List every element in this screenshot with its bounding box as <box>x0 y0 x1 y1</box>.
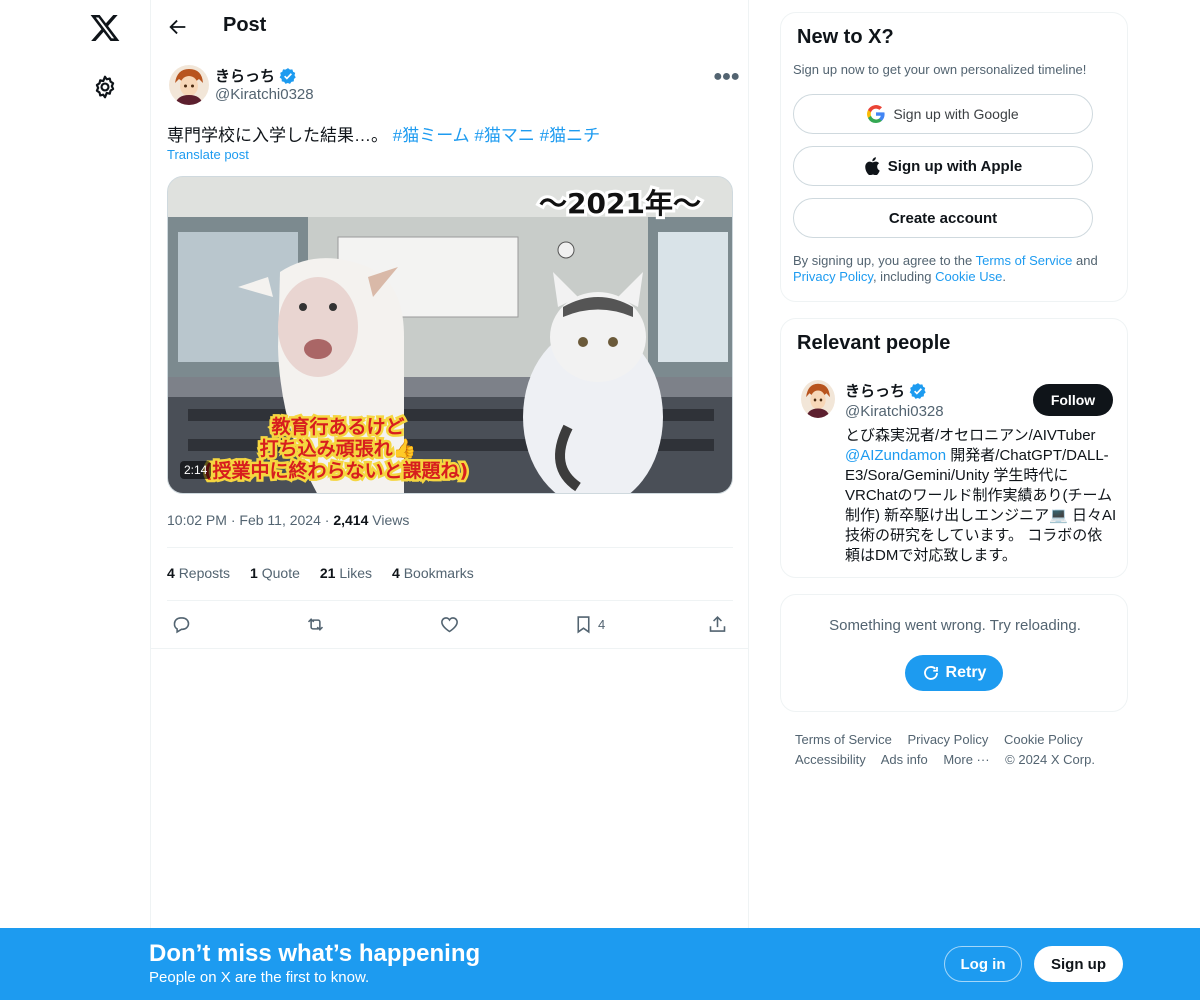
reposts-stat[interactable]: 4 Reposts <box>167 565 230 581</box>
error-message: Something went wrong. Try reloading. <box>829 617 1081 634</box>
video-caption: (授業中に終わらないと課題ね) <box>204 459 468 482</box>
apple-icon <box>865 157 880 175</box>
login-button[interactable]: Log in <box>944 946 1022 982</box>
post-video[interactable]: ～2021年～ 教育行あるけど 打ち込み頑張れ👍 (授業中に終わらないと課題ね)… <box>167 176 733 494</box>
arrow-left-icon[interactable] <box>167 16 189 38</box>
footer-links: Terms of Service Privacy Policy Cookie P… <box>795 730 1115 770</box>
footer-link[interactable]: Privacy Policy <box>907 732 988 747</box>
signup-button[interactable]: Sign up <box>1034 946 1123 982</box>
person-name[interactable]: きらっち <box>845 380 927 401</box>
share-icon <box>709 615 726 632</box>
retry-button[interactable]: Retry <box>905 655 1003 691</box>
x-logo-icon[interactable] <box>89 12 121 44</box>
repost-button[interactable] <box>305 612 326 636</box>
gear-icon[interactable] <box>92 74 118 100</box>
avatar[interactable] <box>801 380 835 418</box>
relevant-people-card: Relevant people きらっち @Kiratchi0328 Follo… <box>780 318 1128 578</box>
like-button[interactable] <box>439 612 460 636</box>
hashtag-link[interactable]: #猫ミーム <box>393 126 470 145</box>
hashtag-link[interactable]: #猫ニチ <box>540 126 600 145</box>
author-handle[interactable]: @Kiratchi0328 <box>215 86 314 103</box>
post-time[interactable]: 10:02 PM <box>167 512 227 528</box>
author-name[interactable]: きらっち <box>215 65 297 86</box>
footer-link[interactable]: Terms of Service <box>795 732 892 747</box>
signup-google-button[interactable]: Sign up with Google <box>793 94 1093 134</box>
bookmarks-stat[interactable]: 4 Bookmarks <box>392 565 474 581</box>
bookmark-icon <box>577 615 590 633</box>
privacy-link[interactable]: Privacy Policy <box>793 269 873 284</box>
signup-card: New to X? Sign up now to get your own pe… <box>780 12 1128 302</box>
reply-button[interactable] <box>171 612 192 636</box>
quotes-stat[interactable]: 1 Quote <box>250 565 300 581</box>
bookmark-count: 4 <box>598 616 606 632</box>
post-meta: 10:02 PM · Feb 11, 2024 · 2,414 Views <box>167 512 409 528</box>
post-text: 専門学校に入学した結果…。 #猫ミーム #猫マニ #猫ニチ <box>167 126 601 145</box>
likes-stat[interactable]: 21 Likes <box>320 565 372 581</box>
create-account-button[interactable]: Create account <box>793 198 1093 238</box>
banner-subtitle: People on X are the first to know. <box>149 969 370 986</box>
footer-link[interactable]: Cookie Policy <box>1004 732 1083 747</box>
video-thumbnail: ～2021年～ 教育行あるけど 打ち込み頑張れ👍 (授業中に終わらないと課題ね) <box>168 177 732 493</box>
copyright: © 2024 X Corp. <box>1005 752 1095 767</box>
signup-card-title: New to X? <box>797 26 894 48</box>
verified-badge-icon <box>279 67 296 84</box>
person-bio: とび森実況者/オセロニアン/AIVTuber @AIZundamon 開発者/C… <box>845 427 1117 564</box>
signup-apple-button[interactable]: Sign up with Apple <box>793 146 1093 186</box>
banner-title: Don’t miss what’s happening <box>149 940 481 967</box>
divider <box>167 600 733 601</box>
divider <box>151 648 749 649</box>
post-date[interactable]: Feb 11, 2024 <box>239 512 320 528</box>
cookie-link[interactable]: Cookie Use <box>935 269 1002 284</box>
bookmark-button[interactable]: 4 <box>573 612 605 636</box>
video-overlay-title: ～2021年～ <box>539 187 701 220</box>
share-button[interactable] <box>707 612 728 636</box>
footer-link[interactable]: Accessibility <box>795 752 866 767</box>
person-handle[interactable]: @Kiratchi0328 <box>845 403 944 420</box>
repost-icon <box>307 617 324 631</box>
signup-card-subtitle: Sign up now to get your own personalized… <box>793 62 1087 77</box>
footer-link[interactable]: More ··· <box>943 752 989 767</box>
follow-button[interactable]: Follow <box>1033 384 1113 416</box>
signup-legal-text: By signing up, you agree to the Terms of… <box>793 253 1098 284</box>
video-caption: 教育行あるけど <box>271 415 404 438</box>
error-card: Something went wrong. Try reloading. Ret… <box>780 594 1128 712</box>
divider <box>167 547 733 548</box>
google-icon <box>867 105 885 123</box>
avatar[interactable] <box>169 65 209 105</box>
main-column: Post きらっち @Kiratchi0328 ●●● 専門学校に入学した結果…… <box>150 0 749 1000</box>
more-options-icon[interactable]: ●●● <box>713 68 740 86</box>
terms-link[interactable]: Terms of Service <box>976 253 1073 268</box>
mention-link[interactable]: @AIZundamon <box>845 447 946 464</box>
refresh-icon <box>923 666 938 680</box>
post-actions: 4 <box>167 612 733 636</box>
video-duration: 2:14 <box>180 461 212 479</box>
translate-post-link[interactable]: Translate post <box>167 147 249 162</box>
relevant-people-title: Relevant people <box>797 332 951 354</box>
hashtag-link[interactable]: #猫マニ <box>474 126 534 145</box>
reply-icon <box>173 616 190 633</box>
post-stats: 4 Reposts 1 Quote 21 Likes 4 Bookmarks <box>167 565 474 581</box>
views-label: Views <box>372 512 410 528</box>
page-title: Post <box>223 14 267 36</box>
left-nav <box>0 0 150 1000</box>
bottom-banner: Don’t miss what’s happening People on X … <box>0 928 1200 1000</box>
views-count: 2,414 <box>333 512 369 528</box>
video-caption: 打ち込み頑張れ👍 <box>260 437 417 460</box>
verified-badge-icon <box>909 382 926 399</box>
heart-icon <box>441 616 458 632</box>
footer-link[interactable]: Ads info <box>881 752 928 767</box>
